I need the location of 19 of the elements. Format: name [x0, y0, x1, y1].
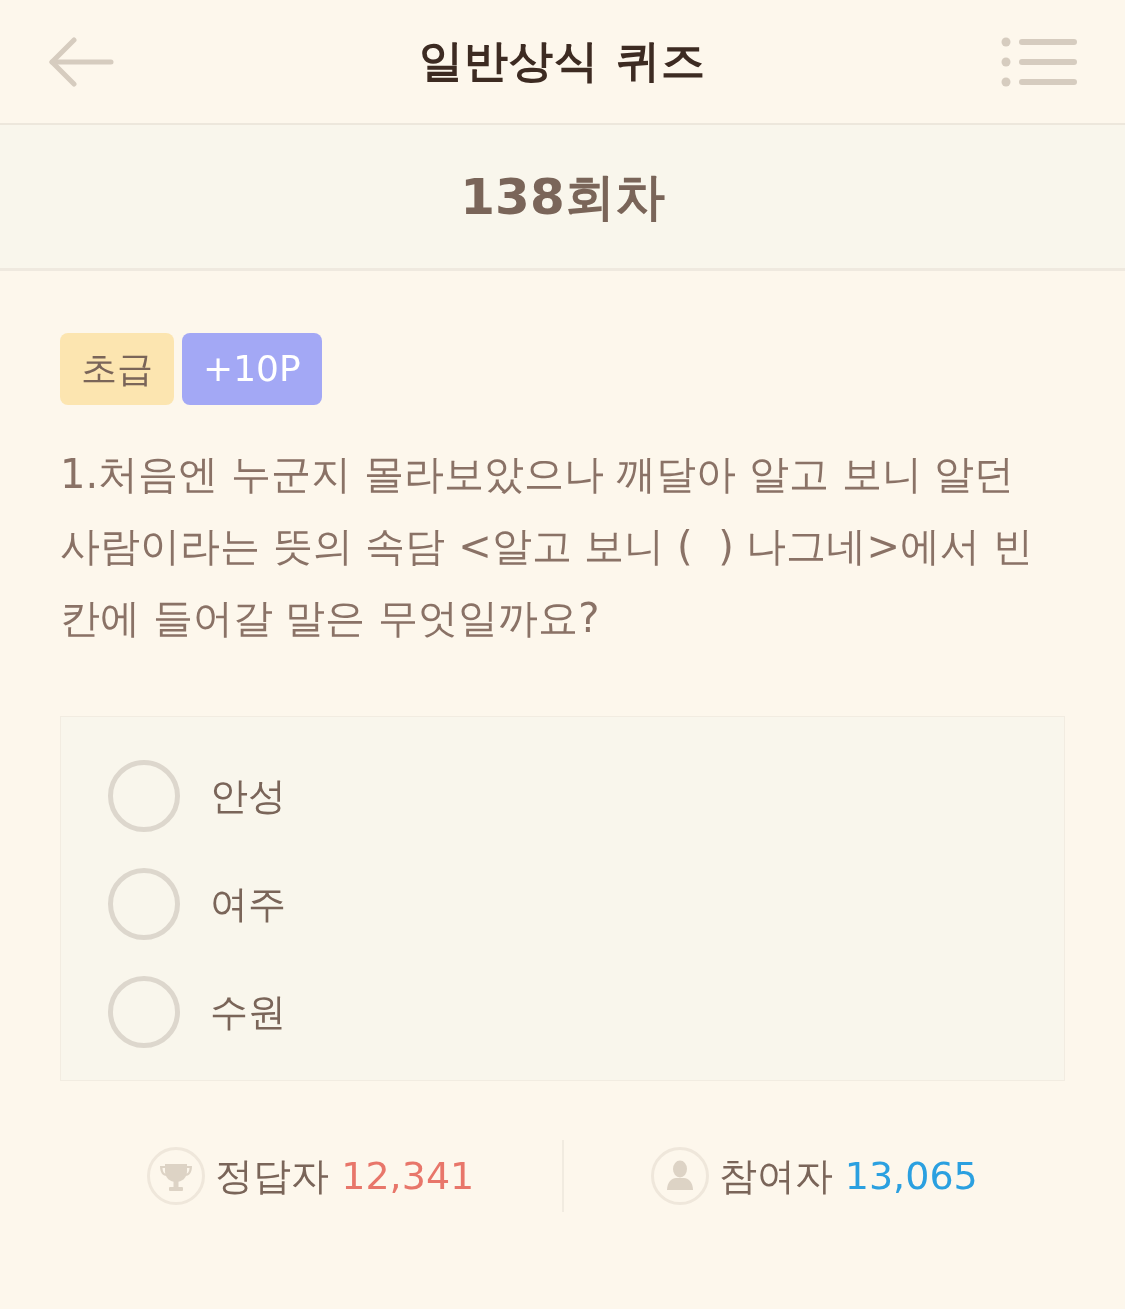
radio-button[interactable] — [108, 868, 180, 940]
option-label[interactable]: 수원 — [210, 983, 286, 1041]
stat-count: 13,065 — [844, 1152, 978, 1200]
back-button[interactable] — [48, 36, 114, 87]
round-title: 138회차 — [460, 166, 665, 227]
level-tag: 초급 — [60, 333, 174, 405]
option-label[interactable]: 여주 — [210, 875, 286, 933]
person-icon — [650, 1147, 709, 1205]
trophy-icon — [147, 1147, 206, 1205]
radio-button[interactable] — [108, 760, 180, 832]
stat-label: 정답자 — [215, 1152, 330, 1200]
option-label[interactable]: 안성 — [210, 767, 286, 825]
stat-count: 12,341 — [341, 1152, 475, 1200]
menu-button[interactable] — [1001, 36, 1077, 87]
stat-label: 참여자 — [718, 1152, 833, 1200]
page-title: 일반상식 퀴즈 — [419, 35, 706, 88]
points-tag: +10P — [182, 333, 322, 405]
question-text: 1.처음엔 누군지 몰라보았으나 깨달아 알고 보니 알던 사람이라는 뜻의 속담 <알고 보니 ( ) 나그네>에서 빈칸에 들어갈 말은 무엇일까요? — [60, 450, 1034, 643]
radio-button[interactable] — [108, 976, 180, 1048]
